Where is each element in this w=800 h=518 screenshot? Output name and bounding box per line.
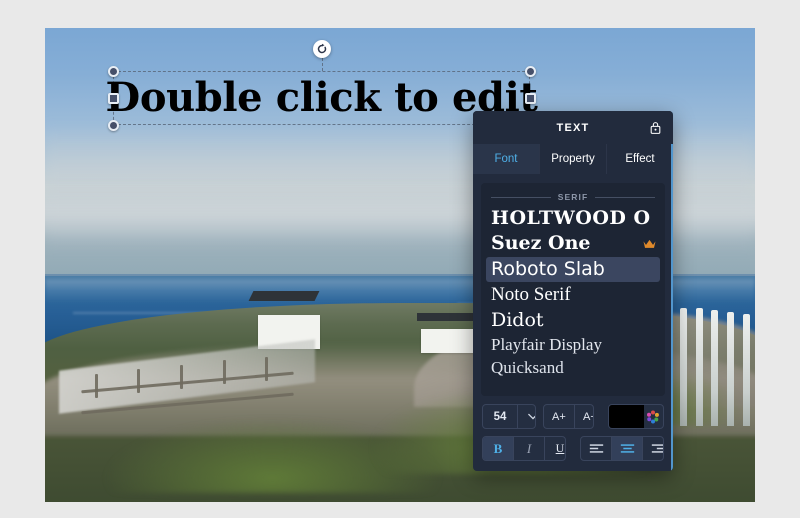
font-list[interactable]: SERIF HOLTWOOD O Suez One Roboto Slab No… [481, 183, 665, 396]
font-option-label: HOLTWOOD O [491, 207, 651, 229]
tab-effect[interactable]: Effect [607, 144, 673, 174]
align-right-icon[interactable] [643, 437, 663, 460]
rotate-handle[interactable] [313, 40, 331, 58]
font-option-label: Roboto Slab [491, 257, 605, 280]
font-option-label: Didot [491, 308, 544, 331]
panel-accent-edge [671, 111, 673, 471]
underline-button[interactable]: U [545, 437, 565, 460]
bold-button[interactable]: B [483, 437, 514, 460]
panel-title: TEXT [556, 121, 590, 134]
rail-fence-post [137, 369, 141, 394]
premium-crown-icon [643, 234, 656, 253]
font-option-label: Noto Serif [491, 284, 571, 306]
resize-handle-middle-right[interactable] [525, 93, 536, 104]
divider-left [491, 196, 551, 198]
font-group-header: SERIF [491, 192, 655, 202]
rail-fence-post [222, 359, 226, 384]
text-color-swatch[interactable] [608, 405, 644, 428]
text-align-group[interactable] [580, 436, 664, 461]
align-center-icon[interactable] [612, 437, 643, 460]
text-options-panel[interactable]: TEXT Font Property Effect SERIF HOLTWOOD… [473, 111, 673, 471]
rail-fence-post [265, 357, 269, 382]
panel-tabs[interactable]: Font Property Effect [473, 144, 673, 174]
canvas-text-element[interactable]: Double click to edit [106, 68, 538, 126]
align-left-icon[interactable] [581, 437, 612, 460]
color-wheel-icon[interactable] [644, 405, 663, 428]
font-option-label: Playfair Display [491, 334, 602, 354]
house-second [421, 328, 476, 353]
divider-right [595, 196, 655, 198]
resize-handle-top-right[interactable] [525, 66, 536, 77]
toolbar-row-style: B I U [482, 436, 664, 461]
decrease-font-size-button[interactable]: A− [575, 405, 593, 428]
resize-handle-middle-left[interactable] [108, 93, 119, 104]
font-list-wrapper: SERIF HOLTWOOD O Suez One Roboto Slab No… [473, 174, 673, 396]
text-toolbar[interactable]: 54 A+ A− [473, 396, 673, 471]
increase-font-size-button[interactable]: A+ [544, 405, 575, 428]
panel-header: TEXT [473, 111, 673, 144]
font-option-didot[interactable]: Didot [486, 308, 660, 333]
font-option-suez-one[interactable]: Suez One [486, 231, 660, 256]
font-option-roboto-slab[interactable]: Roboto Slab [486, 256, 660, 283]
font-option-label: Quicksand [491, 358, 564, 378]
text-color-control[interactable] [607, 404, 664, 429]
rail-fence-post [94, 374, 98, 399]
tab-font[interactable]: Font [473, 144, 540, 174]
text-style-group[interactable]: B I U [482, 436, 566, 461]
rotate-icon [317, 43, 327, 54]
resize-handle-bottom-left[interactable] [108, 120, 119, 131]
font-size-value[interactable]: 54 [483, 405, 518, 428]
font-group-label: SERIF [557, 192, 589, 202]
italic-button[interactable]: I [514, 437, 545, 460]
house-main-roof [248, 291, 320, 302]
font-option-playfair-display[interactable]: Playfair Display [486, 333, 660, 356]
rail-fence-post [179, 364, 183, 389]
toolbar-row-size: 54 A+ A− [482, 404, 664, 429]
font-option-quicksand[interactable]: Quicksand [486, 356, 660, 379]
editor-screen: Double click to edit TEXT Font Property … [0, 0, 800, 518]
tab-property[interactable]: Property [540, 144, 607, 174]
lock-icon[interactable] [647, 120, 663, 136]
resize-handle-top-left[interactable] [108, 66, 119, 77]
font-size-steppers[interactable]: A+ A− [542, 404, 594, 429]
chevron-down-icon[interactable] [518, 405, 535, 428]
font-option-label: Suez One [491, 232, 591, 255]
font-option-holtwood[interactable]: HOLTWOOD O [486, 206, 660, 231]
font-size-selector[interactable]: 54 [482, 404, 536, 429]
font-option-noto-serif[interactable]: Noto Serif [486, 282, 660, 307]
house-second-roof [417, 313, 476, 322]
